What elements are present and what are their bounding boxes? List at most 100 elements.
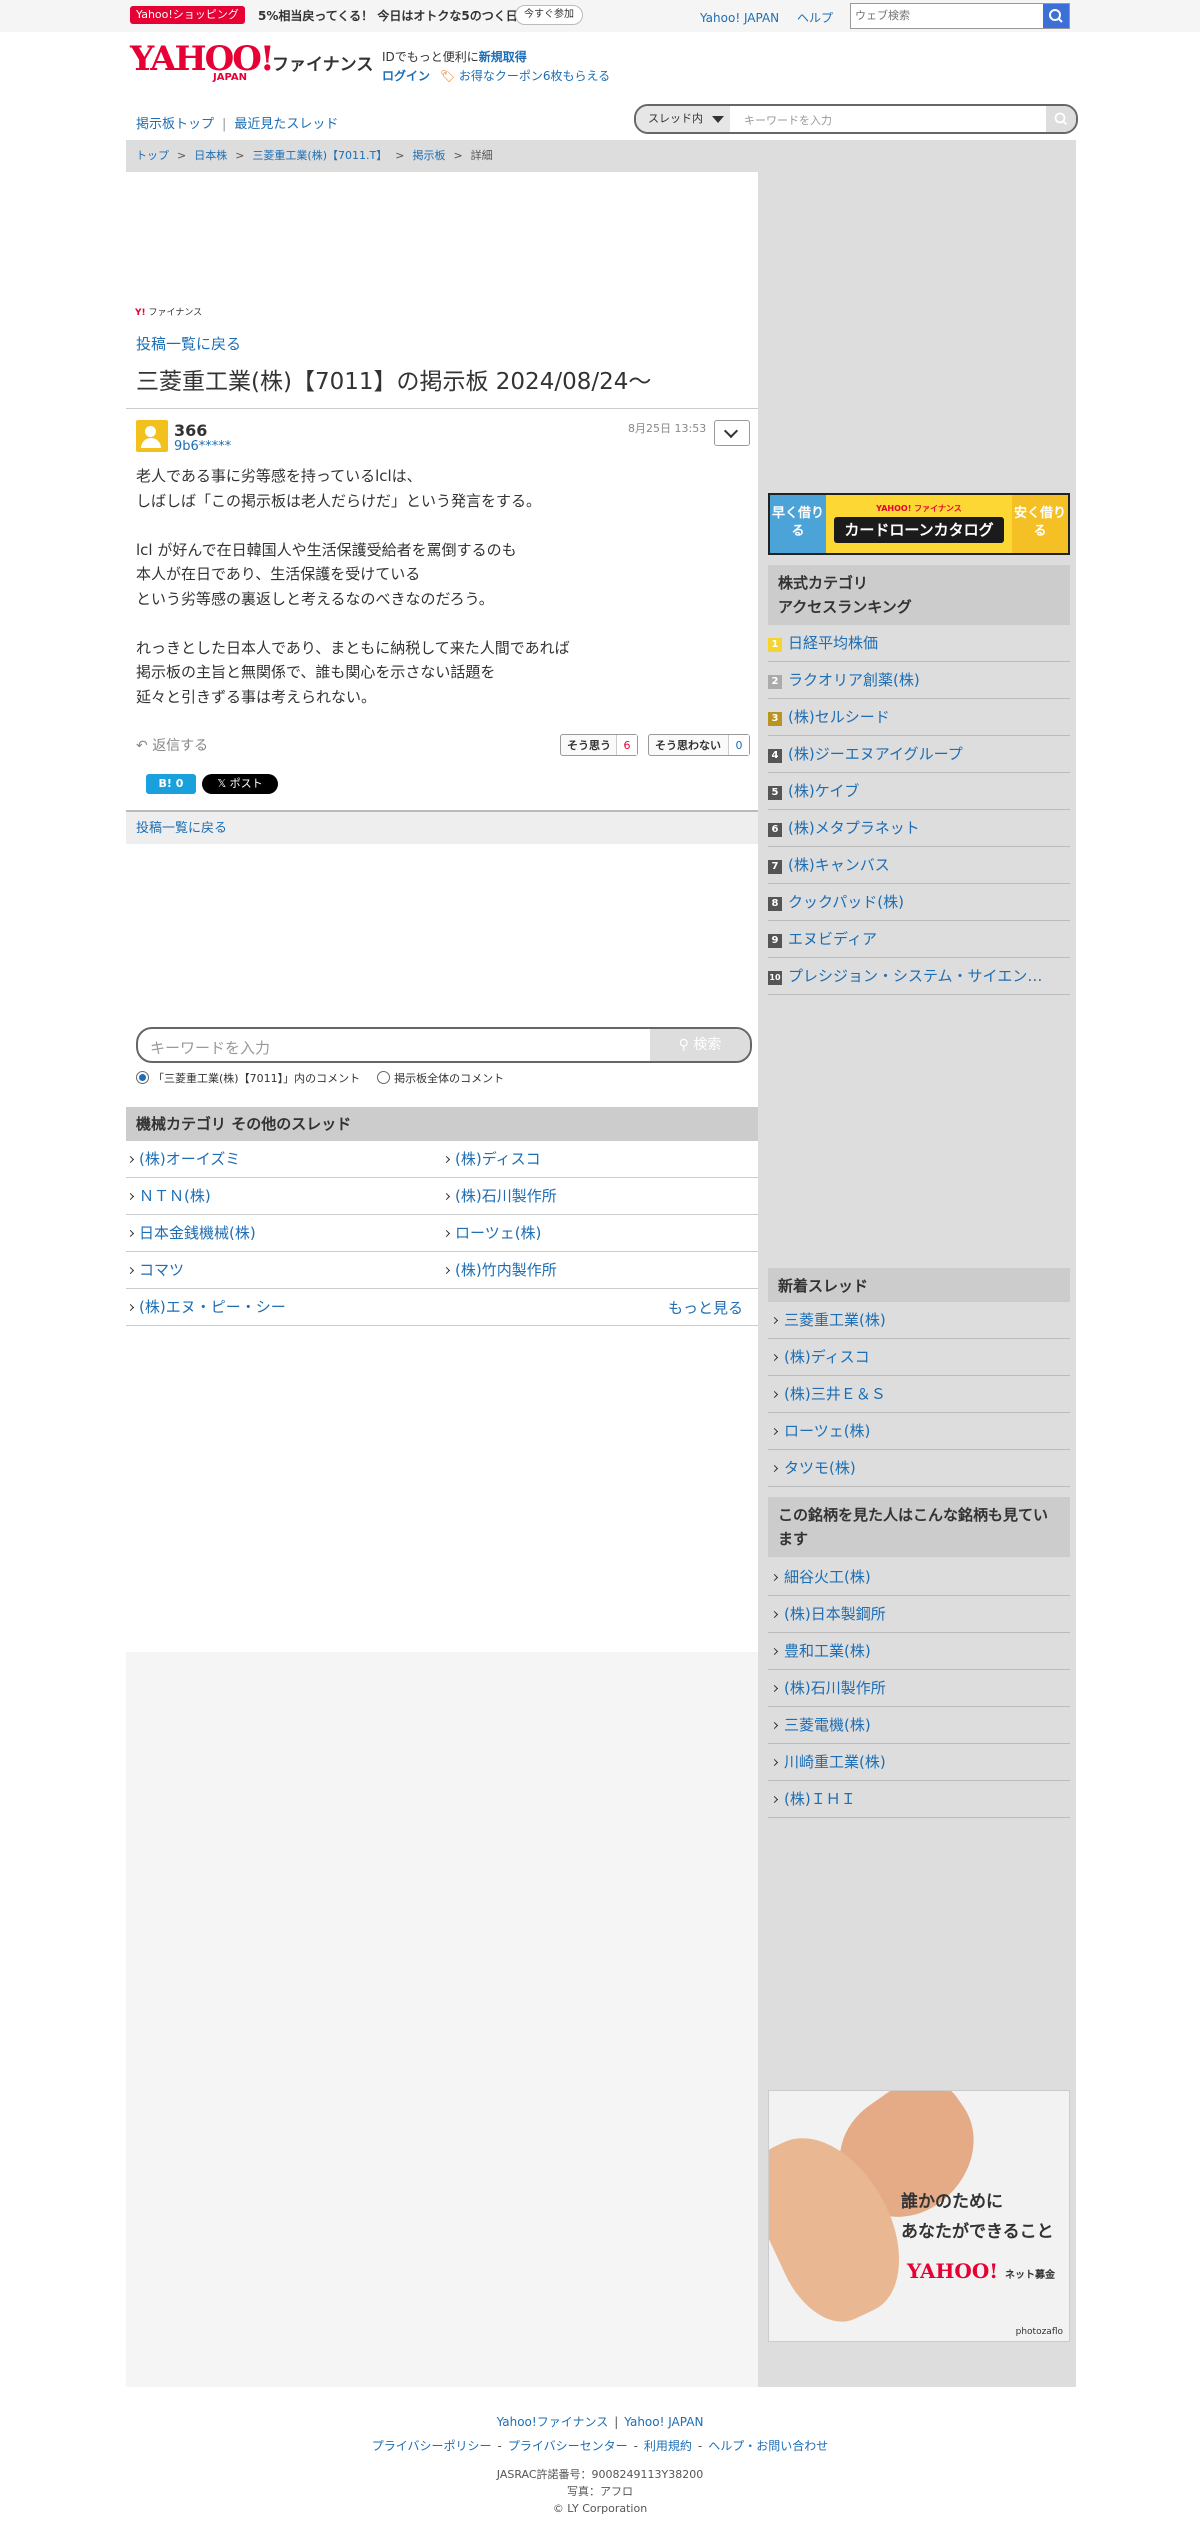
recent-threads-link[interactable]: 最近見たスレッド [234, 117, 338, 132]
breadcrumb-jpstock[interactable]: 日本株 [194, 149, 227, 162]
category-item[interactable]: ローツェ(株) [442, 1215, 758, 1252]
x-post-button[interactable]: 𝕏 ポスト [202, 774, 278, 794]
divider [126, 408, 758, 409]
radio-thread[interactable] [136, 1071, 149, 1084]
footer-yahoo-link[interactable]: Yahoo! JAPAN [624, 2415, 703, 2429]
search-scope-options: 「三菱重工業(株)【7011】」内のコメント 掲示板全体のコメント [136, 1070, 504, 1086]
privacy-policy-link[interactable]: プライバシーポリシー [372, 2439, 492, 2453]
category-item-label: コマツ [139, 1261, 185, 1279]
privacy-center-link[interactable]: プライバシーセンター [508, 2439, 628, 2453]
category-item[interactable]: (株)エヌ・ピー・シー [126, 1289, 758, 1326]
board-top-link[interactable]: 掲示板トップ [136, 117, 214, 132]
web-search-button[interactable] [1043, 4, 1069, 28]
reply-button[interactable]: ↶ 返信する [136, 735, 208, 755]
rank-number: 3 [768, 712, 782, 726]
back-to-list-bar: 投稿一覧に戻る [126, 810, 758, 844]
register-link[interactable]: 新規取得 [479, 50, 527, 64]
post-user-link[interactable]: 9b6***** [174, 439, 231, 454]
yahoo-finance-logo[interactable]: YAHOO! JAPAN ファイナンス [130, 42, 373, 83]
nav-separator: | [222, 117, 227, 132]
post-line: 延々と引きずる事は考えられない。 [136, 687, 377, 706]
breadcrumb-top[interactable]: トップ [136, 149, 169, 162]
board-nav: 掲示板トップ | 最近見たスレッド [136, 113, 338, 132]
post-line: 掲示板の主旨と無関係で、誰も関心を示さない話題を [136, 663, 496, 681]
charity-ad[interactable]: 誰かのために あなたができること YAHOO! ネット募金 photozaflo [768, 2090, 1070, 2342]
back-to-list-link-2[interactable]: 投稿一覧に戻る [136, 821, 227, 836]
related-label: 細谷火工(株) [784, 1568, 871, 1586]
new-thread-item[interactable]: 三菱重工業(株) [768, 1302, 1070, 1339]
ad-copy: 誰かのために あなたができること [901, 2187, 1054, 2247]
category-item[interactable]: (株)竹内製作所 [442, 1252, 758, 1289]
rank-number: 4 [768, 749, 782, 763]
breadcrumb-current: 詳細 [470, 149, 493, 162]
ranking-item[interactable]: 3 (株)セルシード [768, 699, 1070, 736]
category-item[interactable]: (株)ディスコ [442, 1141, 758, 1178]
help-link[interactable]: ヘルプ [797, 11, 833, 25]
promo-text[interactable]: 5%相当戻ってくる！ 今日はオトクな5のつく日 [258, 7, 518, 24]
finance-mini-logo: Y! ファイナンス [135, 308, 203, 318]
back-to-list-link[interactable]: 投稿一覧に戻る [136, 333, 241, 354]
new-thread-item[interactable]: タツモ(株) [768, 1450, 1070, 1487]
related-item[interactable]: 細谷火工(株) [768, 1559, 1070, 1596]
help-contact-link[interactable]: ヘルプ・お問い合わせ [708, 2439, 828, 2453]
terms-link[interactable]: 利用規約 [644, 2439, 692, 2453]
category-item[interactable]: ＮＴＮ(株) [126, 1178, 442, 1215]
yahoo-japan-link[interactable]: Yahoo! JAPAN [700, 11, 779, 25]
ranking-item-label: ラクオリア創薬(株) [788, 671, 920, 689]
ranking-item-label: 日経平均株価 [788, 634, 879, 652]
thread-search-button[interactable] [1046, 106, 1076, 132]
radio-all[interactable] [377, 1071, 391, 1084]
breadcrumb-board[interactable]: 掲示板 [412, 149, 445, 162]
category-item[interactable]: (株)石川製作所 [442, 1178, 758, 1215]
category-item[interactable]: (株)オーイズミ [126, 1141, 442, 1178]
footer-finance-link[interactable]: Yahoo!ファイナンス [497, 2415, 609, 2429]
breadcrumb-stock[interactable]: 三菱重工業(株)【7011.T】 [252, 149, 387, 162]
id-promo-text: IDでもっと便利に [382, 50, 479, 64]
comment-search-button[interactable]: ⚲ 検索 [650, 1029, 750, 1061]
ranking-item[interactable]: 10 プレシジョン・システム・サイエン… [768, 958, 1070, 995]
new-thread-item[interactable]: ローツェ(株) [768, 1413, 1070, 1450]
comment-search-input[interactable]: キーワードを入力 [150, 1037, 270, 1058]
ad-brand: YAHOO! ネット募金 [907, 2259, 1055, 2283]
promo-join-button[interactable]: 今すぐ参加 [515, 5, 583, 25]
related-item[interactable]: 川崎重工業(株) [768, 1744, 1070, 1781]
ranking-item[interactable]: 2 ラクオリア創薬(株) [768, 662, 1070, 699]
new-thread-label: ローツェ(株) [784, 1422, 871, 1440]
ranking-item[interactable]: 1 日経平均株価 [768, 625, 1070, 662]
post-line: れっきとした日本人であり、まともに納税して来た人間であれば [136, 638, 570, 657]
coupon-icon: 🏷 [439, 69, 456, 83]
ranking-item[interactable]: 4 (株)ジーエヌアイグループ [768, 736, 1070, 773]
related-item[interactable]: 三菱電機(株) [768, 1707, 1070, 1744]
login-link[interactable]: ログイン [382, 69, 430, 83]
main-lower-area [126, 1652, 758, 2387]
related-item[interactable]: (株)ＩＨＩ [768, 1781, 1070, 1818]
new-thread-item[interactable]: (株)ディスコ [768, 1339, 1070, 1376]
web-search-input[interactable] [851, 5, 1049, 27]
post-menu-button[interactable] [714, 420, 750, 446]
coupon-link[interactable]: お得なクーポン6枚もらえる [459, 69, 610, 83]
reply-icon: ↶ [136, 738, 148, 754]
ranking-header: 株式カテゴリ アクセスランキング [768, 565, 1070, 625]
category-item[interactable]: コマツ [126, 1252, 442, 1289]
hatena-bookmark-button[interactable]: B! 0 [146, 774, 196, 794]
shopping-tag[interactable]: Yahoo!ショッピング [130, 6, 245, 24]
more-threads-link[interactable]: もっと見る [668, 1297, 743, 1318]
ranking-item-label: (株)キャンバス [788, 856, 890, 874]
ranking-item[interactable]: 6 (株)メタプラネット [768, 810, 1070, 847]
thread-search-input[interactable]: キーワードを入力 [744, 112, 832, 128]
ranking-item[interactable]: 7 (株)キャンバス [768, 847, 1070, 884]
ranking-item[interactable]: 8 クックパッド(株) [768, 884, 1070, 921]
ranking-item[interactable]: 5 (株)ケイブ [768, 773, 1070, 810]
related-item[interactable]: (株)石川製作所 [768, 1670, 1070, 1707]
agree-button[interactable]: そう思う 6 [560, 734, 638, 756]
related-label: (株)ＩＨＩ [784, 1790, 856, 1808]
new-thread-label: (株)三井Ｅ＆Ｓ [784, 1385, 886, 1403]
category-item[interactable]: 日本金銭機械(株) [126, 1215, 442, 1252]
comment-search-label: 検索 [693, 1037, 722, 1053]
disagree-button[interactable]: そう思わない 0 [648, 734, 750, 756]
new-thread-item[interactable]: (株)三井Ｅ＆Ｓ [768, 1376, 1070, 1413]
card-loan-banner[interactable]: 早く借りる YAHOO! ファイナンス カードローンカタログ 安く借りる [768, 493, 1070, 555]
related-item[interactable]: 豊和工業(株) [768, 1633, 1070, 1670]
related-item[interactable]: (株)日本製鋼所 [768, 1596, 1070, 1633]
ranking-item[interactable]: 9 エヌビディア [768, 921, 1070, 958]
